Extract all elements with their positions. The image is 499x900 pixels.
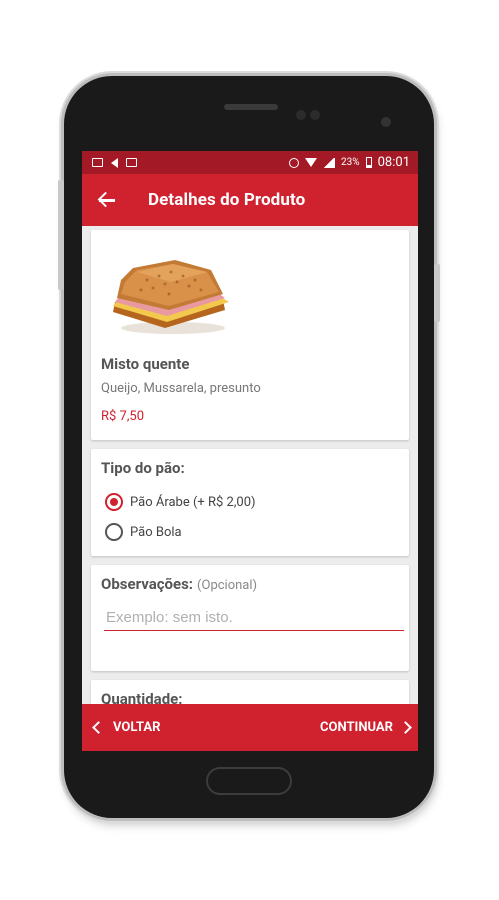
status-bar: 23% 08:01 (82, 151, 418, 174)
back-arrow-icon[interactable] (96, 189, 118, 211)
notes-input[interactable] (104, 605, 404, 631)
app-screen: 23% 08:01 Detalhes do Produto Misto quen… (82, 151, 418, 751)
radio-unselected-icon[interactable] (105, 523, 123, 541)
phone-speaker (224, 104, 278, 110)
bread-option-arabe[interactable]: Pão Árabe (+ R$ 2,00) (105, 493, 256, 511)
bread-option-bola[interactable]: Pão Bola (105, 523, 182, 541)
product-name: Misto quente (101, 355, 190, 373)
status-time: 08:01 (377, 155, 410, 170)
continue-button[interactable]: CONTINUAR (320, 720, 412, 735)
chevron-right-icon (399, 721, 412, 734)
radio-selected-icon[interactable] (105, 493, 123, 511)
bread-option-label: Pão Árabe (+ R$ 2,00) (130, 494, 256, 510)
back-button[interactable]: VOLTAR (92, 720, 161, 735)
phone-sensor (310, 110, 320, 120)
back-button-label: VOLTAR (113, 720, 161, 735)
page-title: Detalhes do Produto (148, 190, 306, 210)
bread-type-card: Tipo do pão: Pão Árabe (+ R$ 2,00) Pão B… (91, 449, 409, 556)
product-price: R$ 7,50 (101, 409, 145, 424)
wifi-icon (305, 158, 318, 167)
product-description: Queijo, Mussarela, presunto (101, 381, 261, 396)
product-card: Misto quente Queijo, Mussarela, presunto… (91, 230, 409, 440)
bread-option-label: Pão Bola (130, 524, 182, 540)
notes-label: Observações: (Opcional) (101, 575, 257, 593)
alarm-icon (289, 157, 300, 168)
bottom-nav-bar: VOLTAR CONTINUAR (82, 704, 418, 751)
product-image (113, 260, 229, 334)
notes-label-text: Observações: (101, 575, 194, 593)
bread-type-label: Tipo do pão: (101, 459, 185, 477)
notes-card: Observações: (Opcional) (91, 565, 409, 671)
battery-percentage: 23% (341, 157, 360, 168)
battery-icon (365, 157, 372, 168)
signal-icon (323, 157, 336, 168)
app-bar: Detalhes do Produto (82, 174, 418, 226)
continue-button-label: CONTINUAR (320, 720, 393, 735)
volume-icon (111, 157, 118, 168)
phone-home-button[interactable] (206, 767, 292, 795)
chevron-left-icon (92, 721, 105, 734)
phone-camera (381, 117, 391, 127)
phone-sensor (296, 110, 306, 120)
message-notification-icon (126, 157, 137, 167)
phone-side-button-right (434, 264, 440, 322)
image-notification-icon (92, 157, 103, 167)
notes-optional-label: (Opcional) (197, 578, 258, 593)
phone-side-button-left (58, 180, 64, 290)
